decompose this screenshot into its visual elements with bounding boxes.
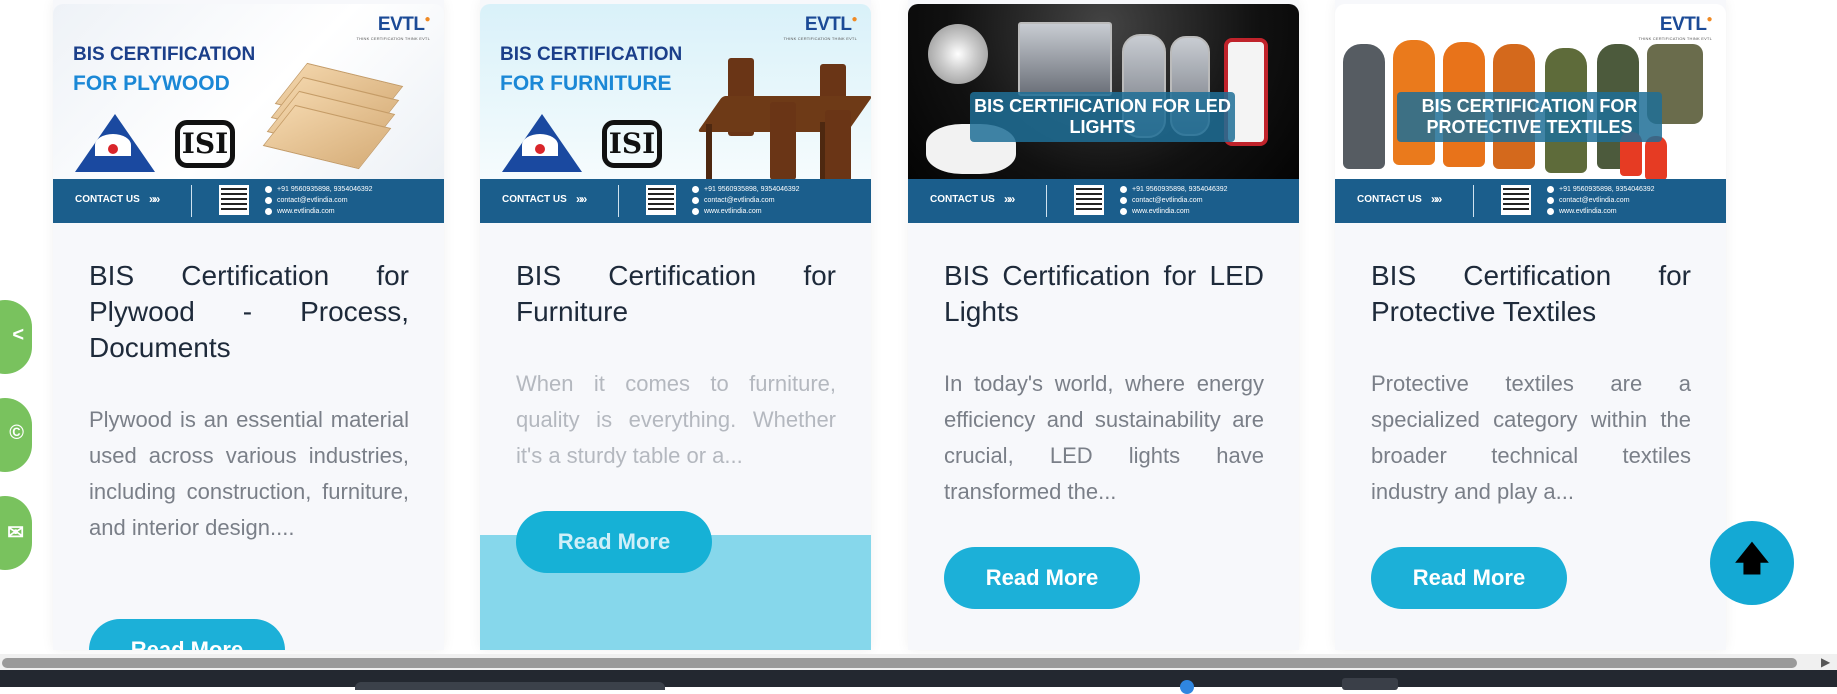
contact-phone: +91 9560935898, 9354046392 xyxy=(277,186,373,193)
whatsapp-icon: © xyxy=(9,422,24,444)
read-more-button[interactable]: Read More xyxy=(516,511,712,573)
card-excerpt: In today's world, where energy efficienc… xyxy=(944,371,1264,504)
qr-code-icon xyxy=(1074,185,1104,215)
phone-icon xyxy=(265,185,272,193)
mail-icon xyxy=(1120,196,1127,204)
evtl-logo-text: EVTL xyxy=(1659,14,1707,35)
contact-website: www.evtlindia.com xyxy=(1132,208,1190,215)
banner-heading-line2: FOR PLYWOOD xyxy=(73,72,230,95)
banner-heading: BIS CERTIFICATION FOR PROTECTIVE TEXTILE… xyxy=(1397,92,1662,142)
evtl-logo-text: EVTL xyxy=(804,14,852,35)
evtl-logo: EVTL● THINK CERTIFICATION THINK EVTL xyxy=(1638,14,1712,41)
mail-icon xyxy=(1547,196,1554,204)
contact-website: www.evtlindia.com xyxy=(277,208,335,215)
card-excerpt: Protective textiles are a specialized ca… xyxy=(1371,371,1691,504)
banner-heading: BIS CERTIFICATION FOR LED LIGHTS xyxy=(970,92,1235,142)
email-button[interactable]: ✉ xyxy=(0,496,32,570)
card-excerpt: Plywood is an essential material used ac… xyxy=(89,407,409,540)
contact-info: +91 9560935898, 9354046392 contact@evtli… xyxy=(1547,184,1655,217)
whatsapp-button[interactable]: © xyxy=(0,398,32,472)
scroll-right-arrow-icon[interactable]: ▶ xyxy=(1821,655,1830,669)
evtl-logo: EVTL● THINK CERTIFICATION THINK EVTL xyxy=(356,14,430,41)
chevrons-right-icon: »» xyxy=(576,192,587,206)
contact-phone: +91 9560935898, 9354046392 xyxy=(704,186,800,193)
isi-mark-icon: ISI xyxy=(175,120,235,168)
contact-email: contact@evtlindia.com xyxy=(277,197,348,204)
mail-icon xyxy=(265,196,272,204)
evtl-logo: EVTL● THINK CERTIFICATION THINK EVTL xyxy=(783,14,857,41)
read-more-button[interactable]: Read More xyxy=(944,547,1140,609)
qr-code-icon xyxy=(219,185,249,215)
card-banner-image[interactable]: BIS CERTIFICATION FOR LED LIGHTS CONTACT… xyxy=(908,4,1299,223)
contact-us-label: CONTACT US xyxy=(502,194,567,205)
taskbar xyxy=(0,670,1837,694)
contact-bar: CONTACT US »» +91 9560935898, 9354046392… xyxy=(53,179,444,223)
scroll-to-top-button[interactable]: 🡅 xyxy=(1710,521,1794,605)
evtl-tagline: THINK CERTIFICATION THINK EVTL xyxy=(356,36,430,41)
contact-email: contact@evtlindia.com xyxy=(1132,197,1203,204)
taskbar-app-icon[interactable] xyxy=(1342,678,1398,690)
contact-phone: +91 9560935898, 9354046392 xyxy=(1559,186,1655,193)
blog-card-furniture: BIS CERTIFICATION FOR FURNITURE EVTL● TH… xyxy=(480,0,871,650)
phone-icon xyxy=(1120,185,1127,193)
contact-info: +91 9560935898, 9354046392 contact@evtli… xyxy=(1120,184,1228,217)
contact-email: contact@evtlindia.com xyxy=(704,197,775,204)
card-title[interactable]: BIS Certification for LED Lights xyxy=(944,258,1264,330)
globe-icon xyxy=(692,207,699,215)
card-banner-image[interactable]: BIS CERTIFICATION FOR FURNITURE EVTL● TH… xyxy=(480,4,871,223)
chevrons-right-icon: »» xyxy=(149,192,160,206)
read-more-button[interactable]: Read More xyxy=(1371,547,1567,609)
blog-card-plywood: BIS CERTIFICATION FOR PLYWOOD EVTL● THIN… xyxy=(53,0,444,650)
contact-info: +91 9560935898, 9354046392 contact@evtli… xyxy=(265,184,373,217)
card-excerpt: When it comes to furniture, quality is e… xyxy=(516,371,836,468)
banner-heading-line2: FOR FURNITURE xyxy=(500,72,672,95)
contact-bar: CONTACT US »» +91 9560935898, 9354046392… xyxy=(908,179,1299,223)
taskbar-app-icon[interactable] xyxy=(1180,680,1194,694)
card-banner-image[interactable]: EVTL● THINK CERTIFICATION THINK EVTL BIS… xyxy=(1335,4,1726,223)
mail-icon xyxy=(692,196,699,204)
card-banner-image[interactable]: BIS CERTIFICATION FOR PLYWOOD EVTL● THIN… xyxy=(53,4,444,223)
contact-us-label: CONTACT US xyxy=(930,194,995,205)
blog-card-protective-textiles: EVTL● THINK CERTIFICATION THINK EVTL BIS… xyxy=(1335,0,1726,650)
contact-bar: CONTACT US »» +91 9560935898, 9354046392… xyxy=(480,179,871,223)
contact-website: www.evtlindia.com xyxy=(1559,208,1617,215)
globe-icon xyxy=(1120,207,1127,215)
evtl-tagline: THINK CERTIFICATION THINK EVTL xyxy=(1638,36,1712,41)
banner-heading: BIS CERTIFICATION FOR FURNITURE xyxy=(500,40,682,98)
share-icon: < xyxy=(12,324,24,346)
arrow-up-icon: 🡅 xyxy=(1734,539,1770,578)
read-more-button[interactable]: Read More xyxy=(89,619,285,650)
envelope-icon: ✉ xyxy=(7,522,24,544)
taskbar-search[interactable] xyxy=(355,682,665,690)
blog-card-led-lights: BIS CERTIFICATION FOR LED LIGHTS CONTACT… xyxy=(908,0,1299,650)
contact-email: contact@evtlindia.com xyxy=(1559,197,1630,204)
isi-mark-icon: ISI xyxy=(602,120,662,168)
banner-heading: BIS CERTIFICATION FOR PLYWOOD xyxy=(73,40,255,98)
card-title[interactable]: BIS Certification for Plywood - Process,… xyxy=(89,258,409,366)
qr-code-icon xyxy=(1501,185,1531,215)
contact-info: +91 9560935898, 9354046392 contact@evtli… xyxy=(692,184,800,217)
contact-us-label: CONTACT US xyxy=(75,194,140,205)
contact-bar: CONTACT US »» +91 9560935898, 9354046392… xyxy=(1335,179,1726,223)
contact-phone: +91 9560935898, 9354046392 xyxy=(1132,186,1228,193)
card-title[interactable]: BIS Certification for Furniture xyxy=(516,258,836,330)
contact-us-label: CONTACT US xyxy=(1357,194,1422,205)
share-button[interactable]: < xyxy=(0,300,32,374)
scrollbar-thumb[interactable] xyxy=(2,658,1797,668)
card-title[interactable]: BIS Certification for Protective Textile… xyxy=(1371,258,1691,330)
phone-icon xyxy=(692,185,699,193)
contact-website: www.evtlindia.com xyxy=(704,208,762,215)
qr-code-icon xyxy=(646,185,676,215)
evtl-tagline: THINK CERTIFICATION THINK EVTL xyxy=(783,36,857,41)
chevrons-right-icon: »» xyxy=(1431,192,1442,206)
chevrons-right-icon: »» xyxy=(1004,192,1015,206)
evtl-logo-text: EVTL xyxy=(377,14,425,35)
banner-heading-line1: BIS CERTIFICATION xyxy=(73,44,256,65)
phone-icon xyxy=(1547,185,1554,193)
globe-icon xyxy=(265,207,272,215)
banner-heading-line1: BIS CERTIFICATION xyxy=(500,44,683,65)
globe-icon xyxy=(1547,207,1554,215)
